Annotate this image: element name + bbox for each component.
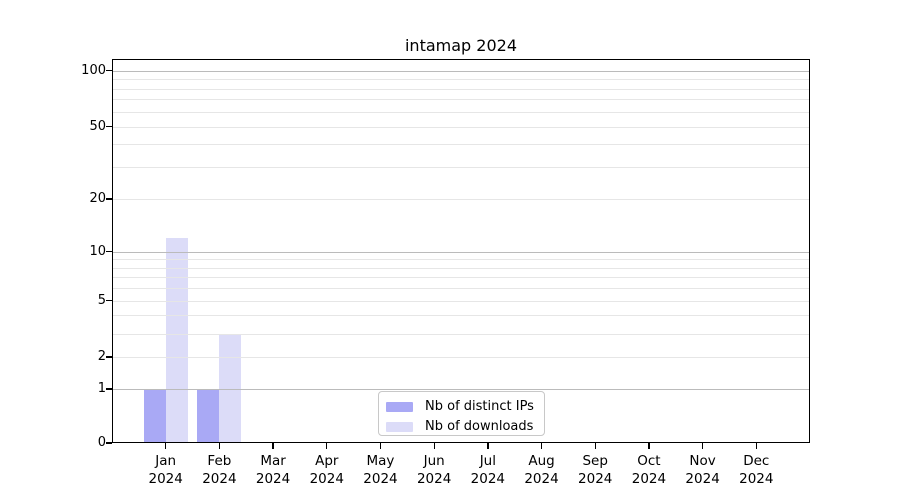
x-tick (326, 443, 328, 449)
x-tick-year: 2024 (739, 471, 774, 487)
x-tick (433, 443, 435, 449)
y-tick (106, 442, 112, 444)
y-tick-label: 1 (97, 381, 106, 396)
y-tick-label: 100 (81, 62, 106, 78)
legend-item-distinct-ips: Nb of distinct IPs (379, 400, 544, 414)
y-tick-label: 2 (97, 349, 106, 364)
x-tick (379, 443, 382, 449)
x-tick (702, 443, 704, 449)
x-tick (755, 443, 757, 449)
x-tick (487, 443, 489, 449)
bar-distinct-ips (197, 389, 220, 443)
legend-swatch-distinct-ips (386, 402, 413, 412)
gridline-minor (112, 300, 810, 302)
figure: intamap 2024 0 1 2 5 10 20 50 100 Jan 2024 Feb 2024… (0, 0, 900, 500)
gridline-major (112, 389, 810, 391)
gridline-major (112, 70, 810, 72)
gridline-minor (112, 259, 810, 261)
gridline-minor (112, 144, 810, 146)
y-tick-label: 10 (89, 243, 106, 259)
legend-label-distinct-ips: Nb of distinct IPs (425, 399, 534, 414)
x-tick (648, 443, 650, 449)
bar-distinct-ips (143, 389, 166, 443)
gridline-minor (112, 288, 810, 290)
legend-item-downloads: Nb of downloads (379, 420, 544, 434)
legend-label-downloads: Nb of downloads (425, 419, 534, 434)
chart-title: intamap 2024 (404, 36, 517, 55)
gridline-minor (112, 111, 810, 113)
legend: Nb of distinct IPs Nb of downloads (378, 391, 545, 436)
x-tick (540, 443, 543, 449)
gridline-minor (112, 333, 810, 335)
gridline-minor (112, 315, 810, 317)
gridline-minor (112, 88, 810, 90)
y-tick-label: 50 (89, 118, 106, 134)
x-tick (165, 443, 167, 449)
gridline-minor (112, 199, 810, 200)
legend-swatch-downloads (386, 422, 413, 432)
x-tick (218, 443, 221, 449)
gridline-minor (112, 357, 810, 358)
y-tick-label: 20 (89, 191, 106, 206)
gridline-minor (112, 167, 810, 169)
x-tick (272, 443, 274, 449)
gridline-minor (112, 99, 810, 101)
gridline-minor (112, 267, 810, 269)
x-tick-label: Dec 2024 (716, 452, 796, 488)
y-tick-label: 0 (97, 435, 106, 450)
y-tick-label: 5 (97, 292, 106, 308)
gridline-minor (112, 126, 810, 128)
x-tick (594, 443, 596, 449)
gridline-major (112, 251, 810, 253)
gridline-minor (112, 79, 810, 81)
plot-area (112, 59, 810, 443)
x-tick-month: Dec (743, 453, 770, 469)
gridline-minor (112, 277, 810, 279)
